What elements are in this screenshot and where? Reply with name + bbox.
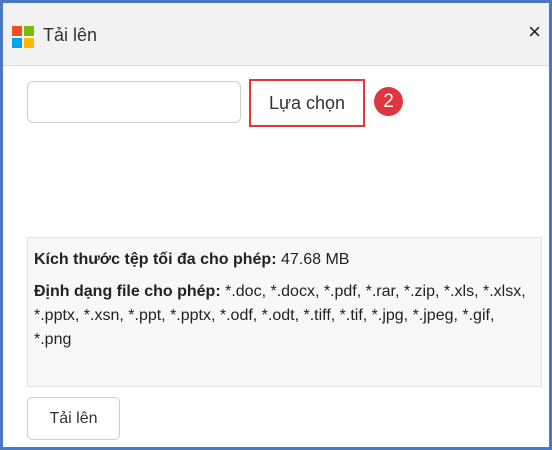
max-size-line: Kích thước tệp tối đa cho phép: 47.68 MB xyxy=(34,248,535,272)
dialog-titlebar: Tải lên × xyxy=(3,3,549,66)
choose-file-button[interactable]: Lựa chọn xyxy=(249,79,365,127)
upload-dialog: Tải lên × Lựa chọn 2 Kích thước tệp tối … xyxy=(0,0,552,450)
step-badge: 2 xyxy=(374,87,403,116)
file-path-input[interactable] xyxy=(27,81,241,123)
formats-label: Định dạng file cho phép: xyxy=(34,283,221,300)
windows-logo-icon xyxy=(12,26,34,48)
upload-info-panel: Kích thước tệp tối đa cho phép: 47.68 MB… xyxy=(27,237,542,387)
max-size-value: 47.68 MB xyxy=(280,251,350,268)
close-icon[interactable]: × xyxy=(528,21,541,43)
formats-line: Định dạng file cho phép: *.doc, *.docx, … xyxy=(34,280,535,352)
max-size-label: Kích thước tệp tối đa cho phép: xyxy=(34,251,277,268)
dialog-title: Tải lên xyxy=(43,25,98,45)
upload-button[interactable]: Tải lên xyxy=(27,397,120,440)
